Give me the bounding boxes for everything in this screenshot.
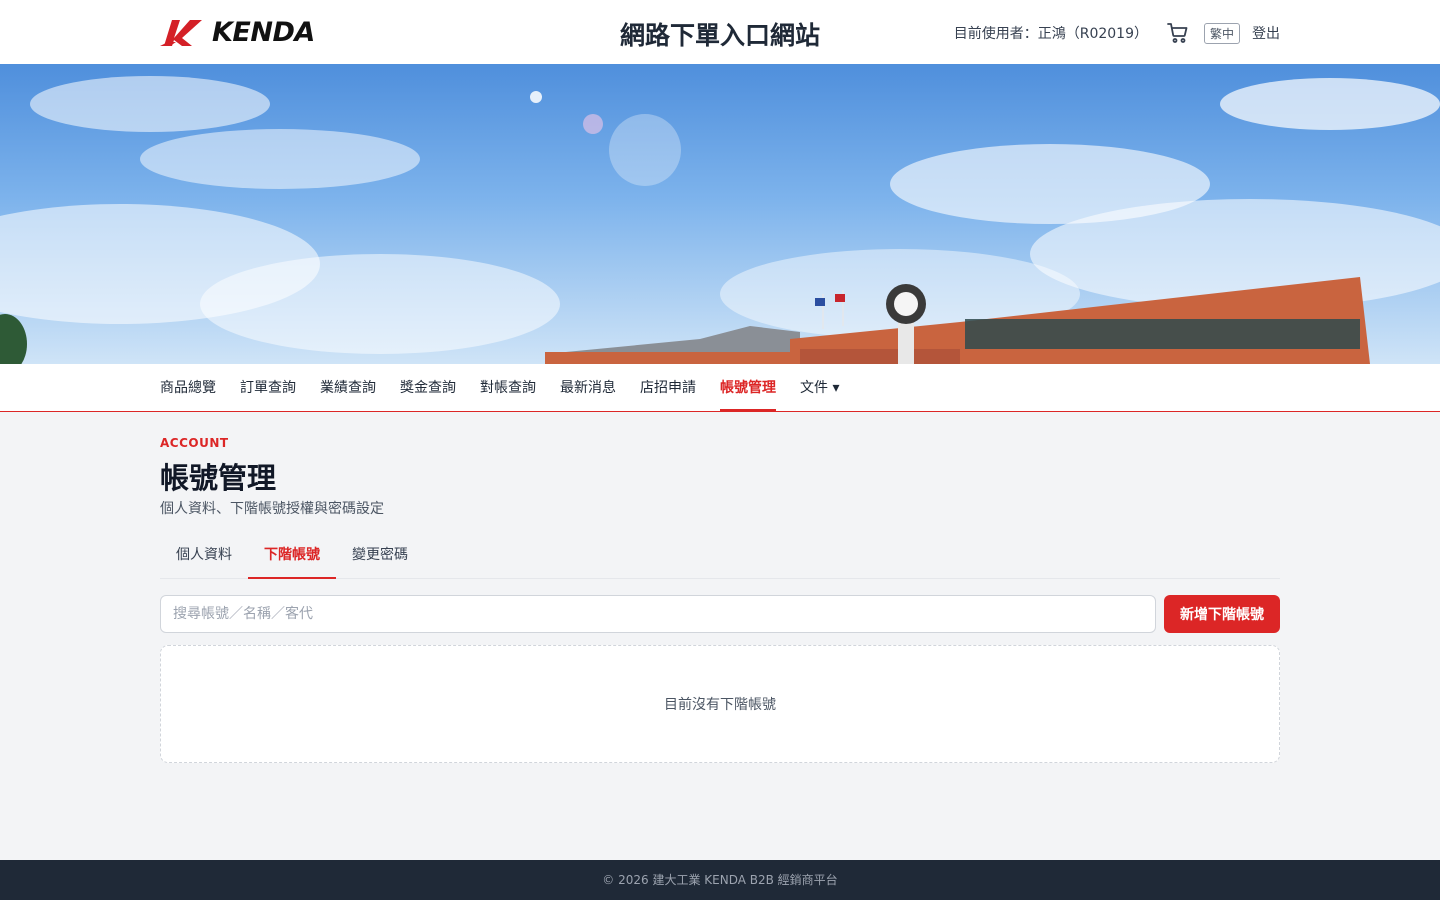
- main-nav-list: 商品總覽 訂單查詢 業績查詢 獎金查詢 對帳查詢 最新消息 店招申請 帳號管理 …: [160, 364, 863, 412]
- nav-item-bonus[interactable]: 獎金查詢: [400, 364, 456, 412]
- nav-item-signage[interactable]: 店招申請: [640, 364, 696, 412]
- top-header: KENDA 網路下單入口網站 目前使用者：正鴻（R02019） 繁中 登出: [0, 0, 1440, 64]
- empty-state-message: 目前沒有下階帳號: [664, 697, 776, 713]
- hero-banner: [0, 64, 1440, 364]
- footer: © 2026 建大工業 KENDA B2B 經銷商平台: [0, 860, 1440, 900]
- kenda-k-mark-icon: [160, 20, 202, 46]
- account-tabs: 個人資料 下階帳號 變更密碼: [160, 532, 1280, 579]
- kenda-logo[interactable]: KENDA: [160, 16, 315, 48]
- tab-change-password[interactable]: 變更密碼: [336, 532, 424, 578]
- logout-link[interactable]: 登出: [1252, 23, 1280, 43]
- add-sub-account-button[interactable]: 新增下階帳號: [1164, 595, 1280, 633]
- search-input[interactable]: [160, 595, 1156, 633]
- tab-sub-accounts[interactable]: 下階帳號: [248, 532, 336, 579]
- main-nav: 商品總覽 訂單查詢 業績查詢 獎金查詢 對帳查詢 最新消息 店招申請 帳號管理 …: [0, 364, 1440, 412]
- nav-item-news[interactable]: 最新消息: [560, 364, 616, 412]
- language-switch-button[interactable]: 繁中: [1203, 22, 1240, 44]
- nav-item-documents[interactable]: 文件 ▾: [800, 364, 839, 412]
- user-area: 目前使用者：正鴻（R02019） 繁中 登出: [954, 20, 1280, 46]
- page-subtitle: 個人資料、下階帳號授權與密碼設定: [160, 501, 384, 517]
- nav-item-statements[interactable]: 對帳查詢: [480, 364, 536, 412]
- nav-item-orders[interactable]: 訂單查詢: [240, 364, 296, 412]
- page-title: 帳號管理: [160, 461, 277, 495]
- tab-profile[interactable]: 個人資料: [160, 532, 248, 578]
- logo-text: KENDA: [212, 16, 315, 48]
- hero-building-illustration: [0, 76, 1440, 364]
- nav-item-sales[interactable]: 業績查詢: [320, 364, 376, 412]
- footer-copyright: © 2026 建大工業 KENDA B2B 經銷商平台: [602, 873, 838, 887]
- cart-icon[interactable]: [1166, 21, 1190, 45]
- nav-item-account[interactable]: 帳號管理: [720, 364, 776, 412]
- empty-state-panel: 目前沒有下階帳號: [160, 645, 1280, 763]
- nav-item-products[interactable]: 商品總覽: [160, 364, 216, 412]
- page-eyebrow: ACCOUNT: [160, 436, 229, 450]
- current-user-label: 目前使用者：正鴻（R02019）: [953, 26, 1148, 42]
